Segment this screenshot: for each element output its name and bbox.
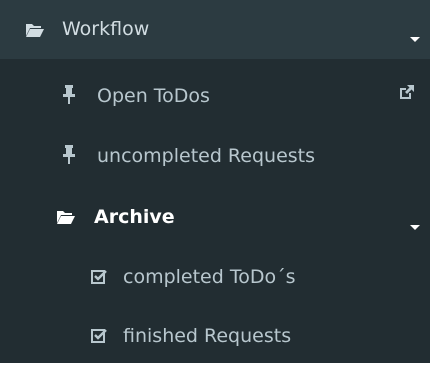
pin-icon [63,145,75,164]
menu-item-label: finished Requests [123,325,292,347]
menu-item-label: Workflow [62,18,150,40]
caret-down-icon [410,225,420,230]
folder-open-icon [26,24,44,37]
menu-item-archive[interactable]: Archive [0,187,430,245]
folder-open-icon [57,211,75,224]
menu-item-label: completed ToDo´s [123,266,296,288]
menu-item-label: Open ToDos [97,85,210,107]
checkbox-checked-icon [91,270,107,284]
caret-down-icon [410,37,420,42]
menu-item-label: Archive [94,206,175,228]
checkbox-checked-icon [91,329,107,343]
menu-item-open-todos[interactable]: Open ToDos [0,68,430,126]
sidebar-menu: Workflow Open ToDos uncompleted Requests [0,0,430,363]
menu-item-workflow[interactable]: Workflow [0,0,430,59]
menu-item-finished-requests[interactable]: finished Requests [0,305,430,363]
menu-item-completed-todos[interactable]: completed ToDo´s [0,247,430,305]
menu-item-uncompleted-requests[interactable]: uncompleted Requests [0,127,430,185]
pin-icon [63,85,75,104]
menu-item-label: uncompleted Requests [97,145,316,167]
external-link-icon[interactable] [398,84,415,101]
